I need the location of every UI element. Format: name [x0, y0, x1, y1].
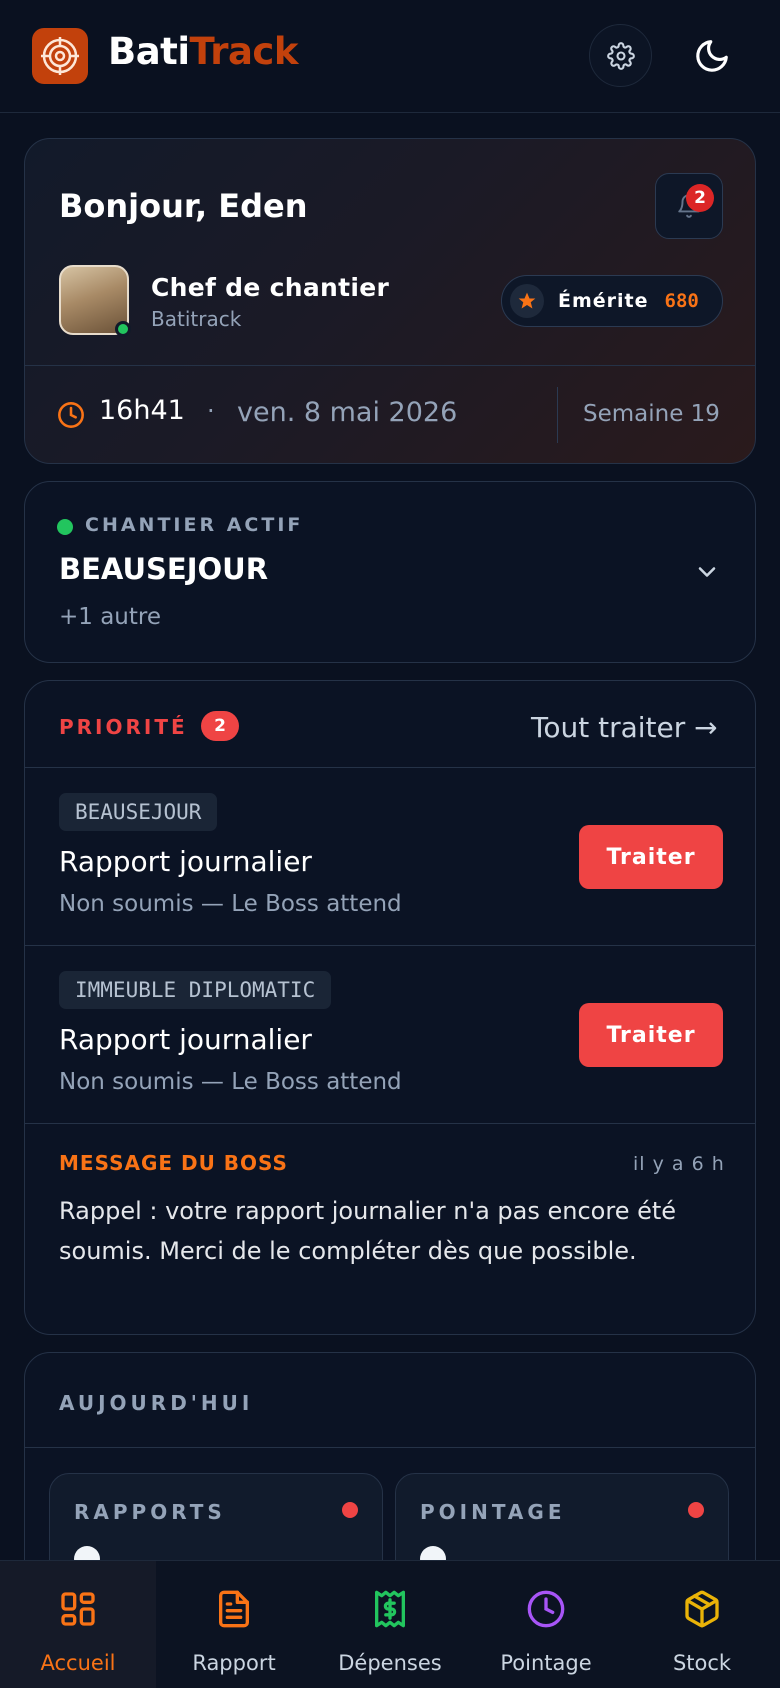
tab-home[interactable]: Accueil: [0, 1561, 156, 1688]
document-icon: [219, 1590, 249, 1628]
receipt-dollar-icon: [375, 1590, 405, 1628]
divider: [25, 767, 755, 768]
tab-label: Stock: [672, 1651, 732, 1675]
active-site-selector[interactable]: CHANTIER ACTIF BEAUSEJOUR +1 autre: [24, 481, 756, 663]
alert-dot: [342, 1502, 358, 1518]
avatar[interactable]: [59, 265, 131, 337]
boss-message-label: MESSAGE DU BOSS: [59, 1151, 288, 1175]
priority-count-badge: 2: [201, 711, 239, 741]
rank-points: 680: [664, 290, 699, 312]
tab-stock[interactable]: Stock: [624, 1561, 780, 1688]
notification-count-badge: 2: [686, 184, 714, 212]
treat-all-link[interactable]: Tout traiter →: [531, 711, 718, 744]
current-time: 16h41: [99, 395, 185, 426]
brand-part-1: Bati: [108, 30, 190, 73]
task-status: Non soumis — Le Boss attend: [59, 891, 402, 917]
tab-label: Rapport: [192, 1651, 276, 1675]
top-bar: BatiTrack: [0, 0, 780, 113]
grid-icon: [61, 1592, 95, 1626]
brand-part-2: Track: [189, 30, 299, 73]
star-icon: [510, 284, 544, 318]
active-site-name: BEAUSEJOUR: [59, 552, 269, 586]
alert-dot: [688, 1502, 704, 1518]
task-title: Rapport journalier: [59, 1023, 312, 1056]
tab-expenses[interactable]: Dépenses: [312, 1561, 468, 1688]
rank-label: Émérite: [558, 290, 649, 312]
priority-title: PRIORITÉ: [59, 715, 188, 739]
current-date: ven. 8 mai 2026: [237, 397, 458, 428]
moon-icon: [695, 39, 728, 72]
active-status-dot: [57, 519, 73, 535]
site-tag: BEAUSEJOUR: [59, 793, 218, 831]
divider: [25, 1123, 755, 1124]
boss-message-time: il y a 6 h: [633, 1153, 725, 1175]
priority-panel: PRIORITÉ 2 Tout traiter → BEAUSEJOUR Rap…: [24, 680, 756, 1335]
theme-toggle-button[interactable]: [680, 24, 743, 87]
user-role: Chef de chantier: [151, 273, 390, 302]
divider: [25, 1447, 755, 1448]
target-logo-icon[interactable]: [32, 28, 88, 84]
tab-report[interactable]: Rapport: [156, 1561, 312, 1688]
gear-icon: [606, 41, 635, 70]
site-tag: IMMEUBLE DIPLOMATIC: [59, 971, 332, 1009]
tab-attendance[interactable]: Pointage: [468, 1561, 624, 1688]
divider: [25, 365, 755, 366]
settings-button[interactable]: [589, 24, 652, 87]
box-icon: [685, 1590, 719, 1628]
rank-badge[interactable]: Émérite 680: [501, 275, 723, 327]
clock-icon: [58, 402, 84, 428]
chevron-down-icon[interactable]: [693, 558, 721, 586]
company-name: Batitrack: [151, 307, 242, 331]
online-status-dot: [115, 321, 131, 337]
brand-name: BatiTrack: [108, 30, 298, 73]
today-title: AUJOURD'HUI: [59, 1391, 254, 1415]
task-status: Non soumis — Le Boss attend: [59, 1069, 402, 1095]
divider: [25, 945, 755, 946]
clock-icon: [527, 1590, 565, 1628]
week-number: Semaine 19: [583, 401, 720, 427]
greeting: Bonjour, Eden: [59, 187, 308, 225]
welcome-card: Bonjour, Eden 2 Chef de chantier Batitra…: [24, 138, 756, 464]
notifications-button[interactable]: 2: [655, 173, 723, 239]
tab-label: Pointage: [500, 1651, 592, 1675]
reports-card-title: RAPPORTS: [74, 1500, 226, 1524]
boss-message-text: Rappel : votre rapport journalier n'a pa…: [59, 1197, 677, 1265]
active-site-label: CHANTIER ACTIF: [85, 514, 304, 536]
treat-button[interactable]: Traiter: [579, 825, 723, 889]
task-title: Rapport journalier: [59, 845, 312, 878]
tab-label: Dépenses: [338, 1651, 442, 1675]
tab-label: Accueil: [40, 1651, 116, 1675]
treat-button[interactable]: Traiter: [579, 1003, 723, 1067]
other-sites-count: +1 autre: [59, 604, 162, 630]
vertical-divider: [557, 387, 558, 443]
bottom-tab-bar: Accueil Rapport Dépenses Pointage Stock: [0, 1560, 780, 1688]
separator-dot: ·: [207, 397, 215, 425]
attendance-card-title: POINTAGE: [420, 1500, 566, 1524]
